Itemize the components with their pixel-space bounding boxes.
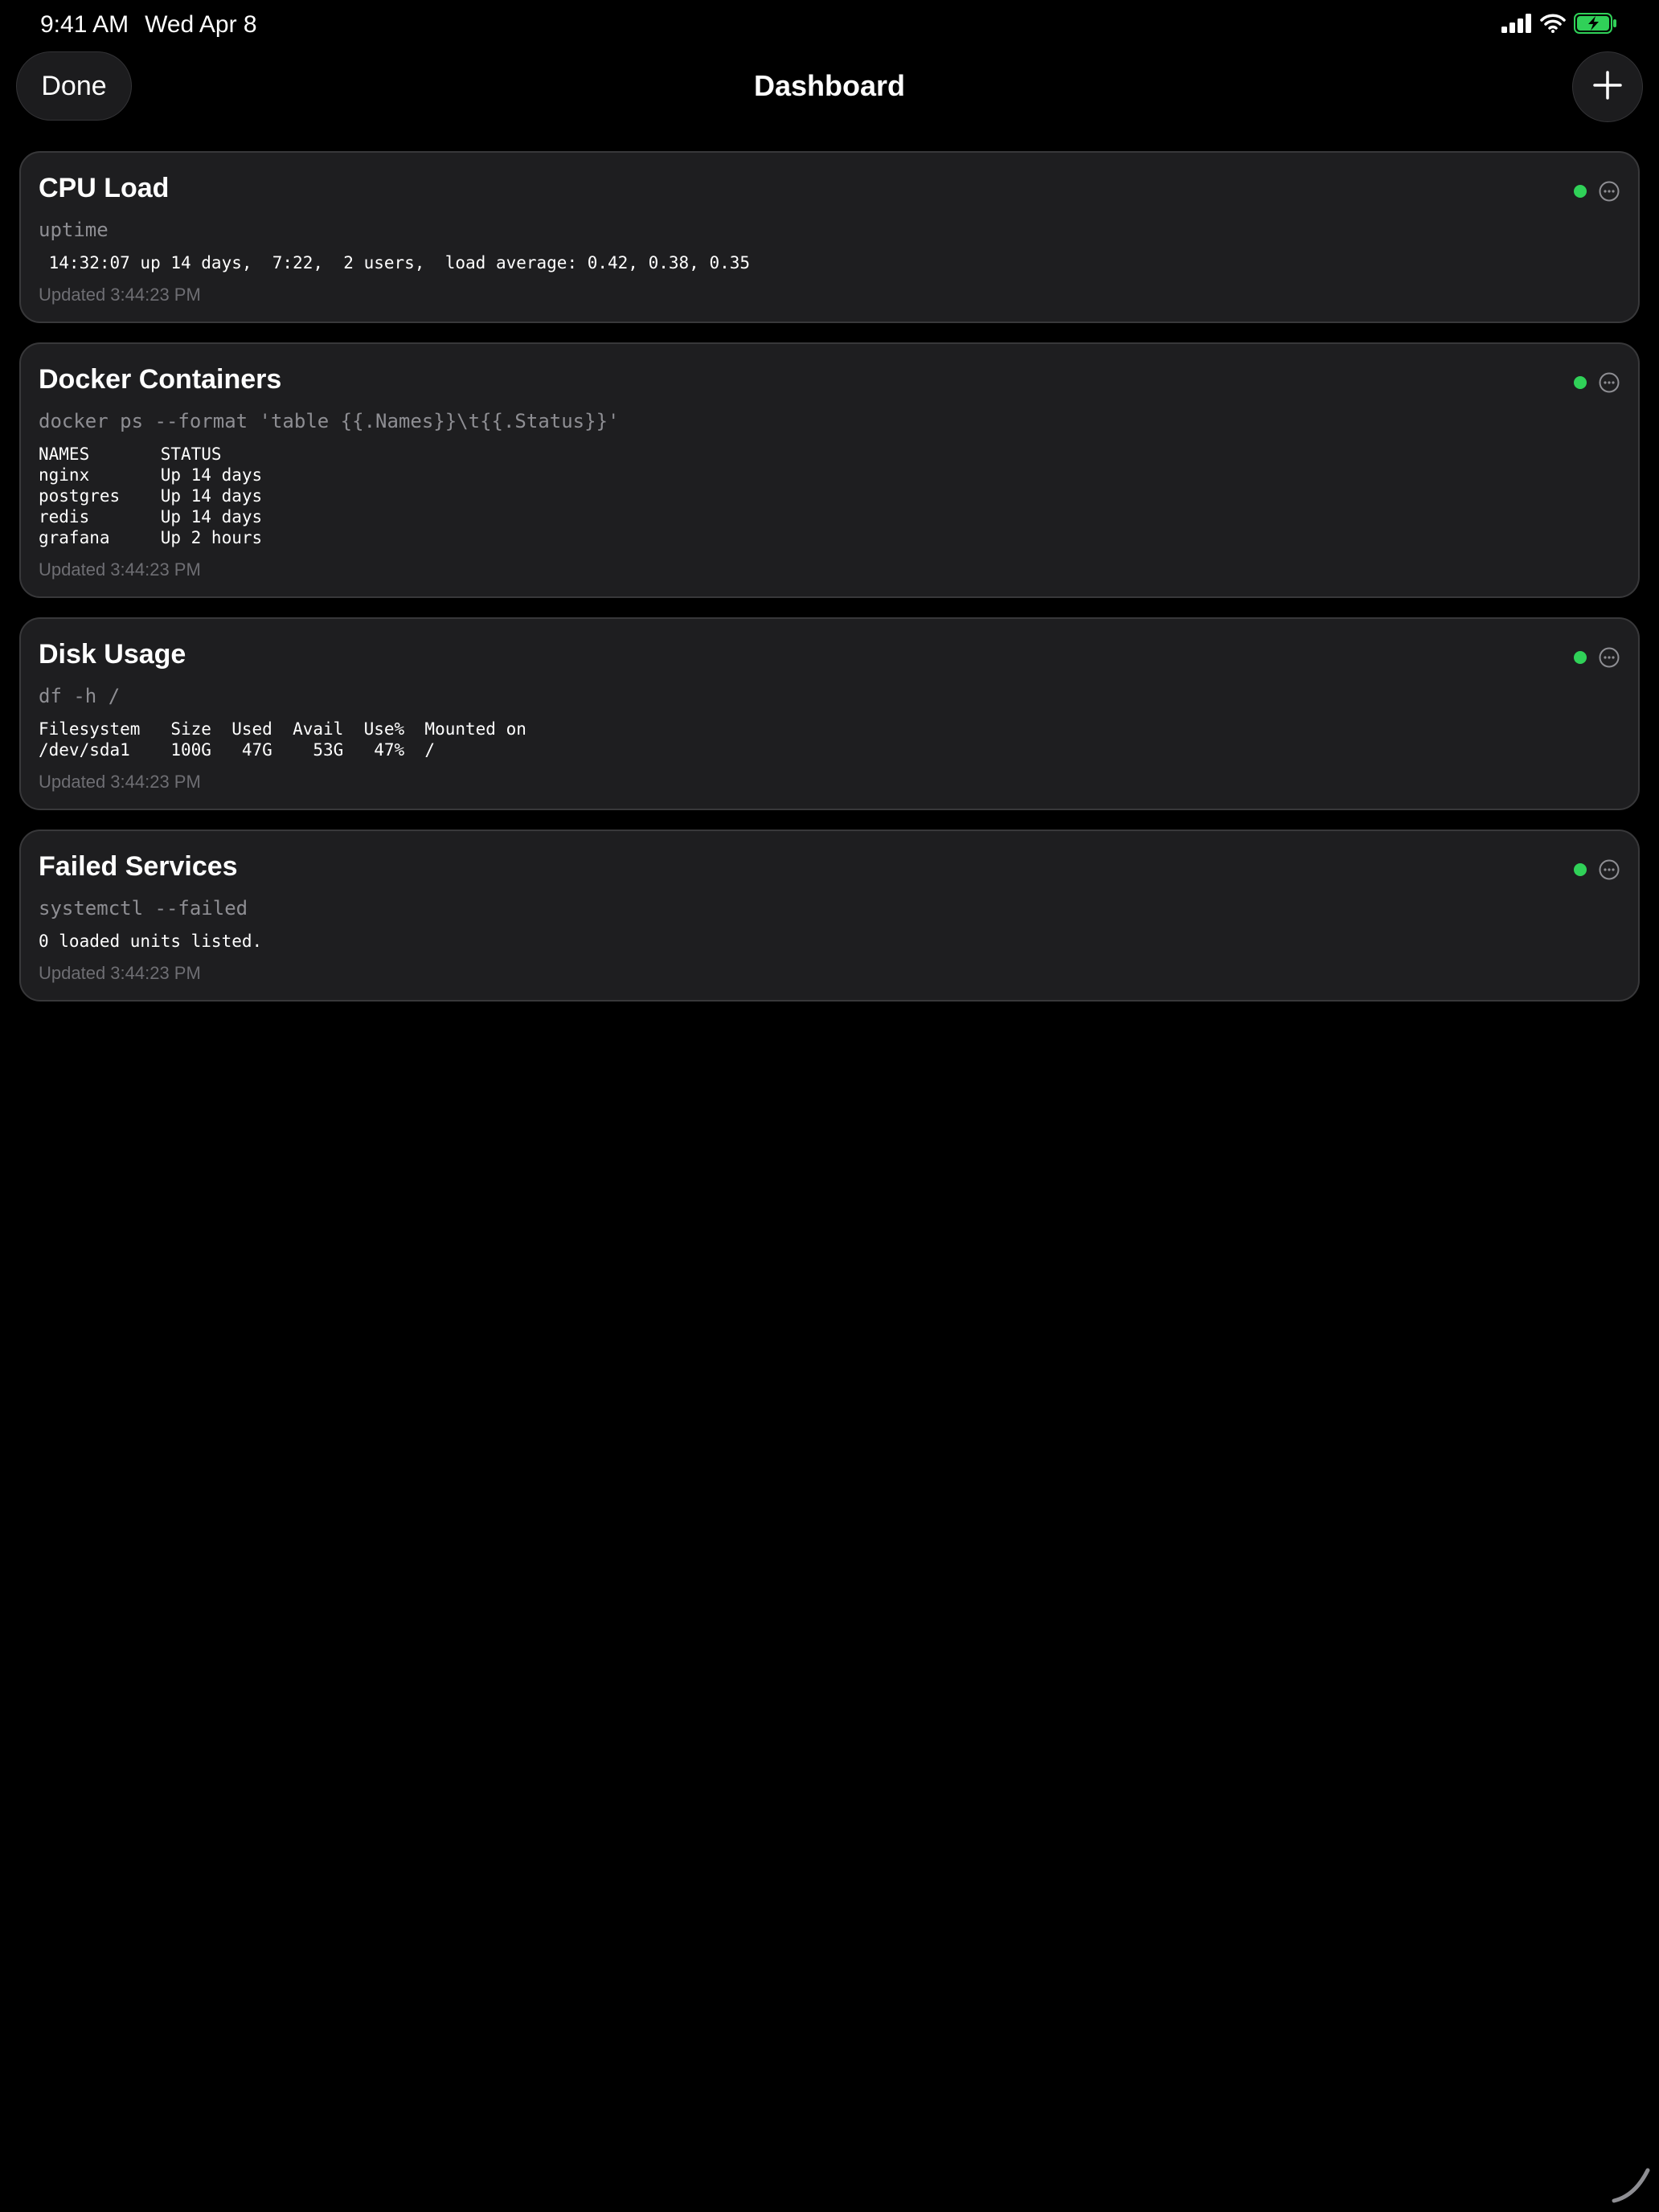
more-options-button[interactable] xyxy=(1598,858,1620,881)
card-output: 14:32:07 up 14 days, 7:22, 2 users, load… xyxy=(39,253,751,272)
add-button[interactable] xyxy=(1572,51,1643,122)
corner-handle-icon xyxy=(1611,2164,1651,2204)
ellipsis-circle-icon xyxy=(1599,859,1620,880)
nav-bar: Done Dashboard xyxy=(0,51,1659,122)
widget-card-failed-services[interactable]: Failed Services systemctl --failed 0 loa… xyxy=(19,830,1640,1002)
card-updated-time: Updated 3:44:23 PM xyxy=(39,559,201,580)
wifi-icon xyxy=(1540,14,1566,37)
page-title: Dashboard xyxy=(753,69,906,102)
plus-icon xyxy=(1593,70,1622,104)
card-title: Disk Usage xyxy=(39,639,186,670)
card-output: 0 loaded units listed. xyxy=(39,932,263,951)
card-output: NAMES STATUS nginx Up 14 days postgres U… xyxy=(39,444,263,547)
card-actions xyxy=(1574,646,1620,669)
widget-card-cpu-load[interactable]: CPU Load uptime 14:32:07 up 14 days, 7:2… xyxy=(19,151,1640,323)
status-ok-dot xyxy=(1574,651,1587,664)
ellipsis-circle-icon xyxy=(1599,647,1620,668)
widget-card-docker-containers[interactable]: Docker Containers docker ps --format 'ta… xyxy=(19,342,1640,598)
status-date: Wed Apr 8 xyxy=(145,11,257,38)
signal-icon xyxy=(1501,13,1532,37)
card-command: docker ps --format 'table {{.Names}}\t{{… xyxy=(39,410,620,432)
ellipsis-circle-icon xyxy=(1599,372,1620,393)
card-actions xyxy=(1574,858,1620,881)
status-time: 9:41 AM xyxy=(40,11,129,38)
status-ok-dot xyxy=(1574,863,1587,876)
ellipsis-circle-icon xyxy=(1599,181,1620,202)
status-icons xyxy=(1501,12,1617,38)
card-command: systemctl --failed xyxy=(39,897,248,920)
card-actions xyxy=(1574,371,1620,394)
card-actions xyxy=(1574,180,1620,203)
status-ok-dot xyxy=(1574,376,1587,389)
card-title: CPU Load xyxy=(39,173,170,203)
card-updated-time: Updated 3:44:23 PM xyxy=(39,772,201,792)
card-command: df -h / xyxy=(39,685,121,707)
status-time-date: 9:41 AM Wed Apr 8 xyxy=(40,11,257,39)
status-ok-dot xyxy=(1574,185,1587,198)
widget-card-disk-usage[interactable]: Disk Usage df -h / Filesystem Size Used … xyxy=(19,617,1640,810)
more-options-button[interactable] xyxy=(1598,646,1620,669)
card-title: Docker Containers xyxy=(39,364,282,395)
more-options-button[interactable] xyxy=(1598,180,1620,203)
battery-charging-icon xyxy=(1574,12,1617,38)
card-command: uptime xyxy=(39,219,109,241)
more-options-button[interactable] xyxy=(1598,371,1620,394)
dashboard-cards: CPU Load uptime 14:32:07 up 14 days, 7:2… xyxy=(19,151,1640,1021)
status-bar: 9:41 AM Wed Apr 8 xyxy=(0,0,1659,51)
card-updated-time: Updated 3:44:23 PM xyxy=(39,285,201,305)
card-output: Filesystem Size Used Avail Use% Mounted … xyxy=(39,719,526,760)
card-title: Failed Services xyxy=(39,851,238,882)
card-updated-time: Updated 3:44:23 PM xyxy=(39,963,201,983)
